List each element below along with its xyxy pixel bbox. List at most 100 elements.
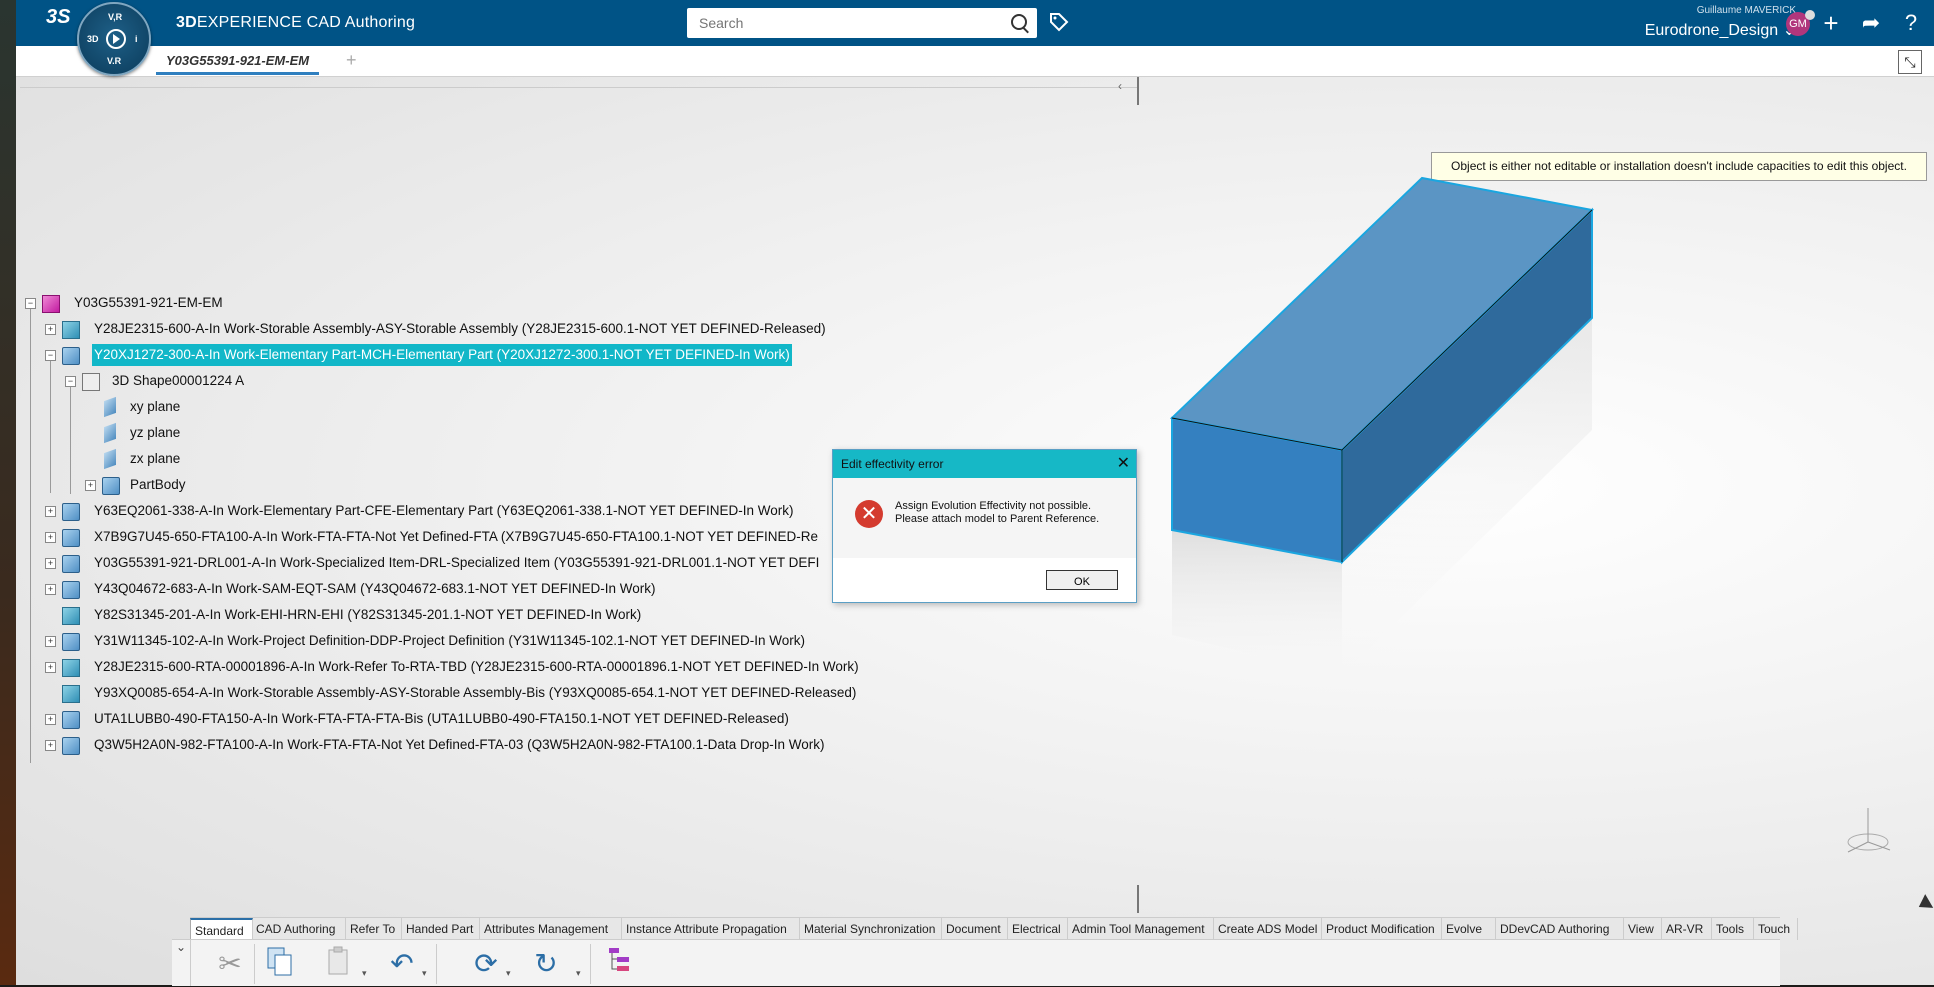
part-icon [62, 581, 80, 599]
ribbon-tab[interactable]: Evolve [1442, 918, 1496, 940]
ribbon-tab[interactable]: DDevCAD Authoring [1496, 918, 1624, 940]
ok-button[interactable]: OK [1046, 570, 1118, 590]
compass-left: 3D [87, 34, 99, 44]
copy-icon[interactable] [262, 946, 298, 982]
tree-node-label: Y03G55391-921-EM-EM [74, 295, 223, 310]
compass-bottom: V.R [107, 56, 122, 66]
error-dialog: Edit effectivity error ✕ ✕ Assign Evolut… [832, 449, 1137, 603]
axis-compass-icon[interactable] [1838, 800, 1898, 860]
add-icon[interactable]: + [1816, 8, 1846, 38]
tree-node-label: Y82S31345-201-A-In Work-EHI-HRN-EHI (Y82… [94, 607, 642, 622]
ribbon-tab[interactable]: Refer To [346, 918, 402, 940]
ribbon-tab[interactable]: AR-VR [1662, 918, 1712, 940]
undo-icon[interactable]: ↶ [384, 946, 420, 982]
dialog-message-line2: Please attach model to Parent Reference. [895, 513, 1100, 525]
expand-icon[interactable]: + [45, 506, 56, 517]
tree-node-label: Q3W5H2A0N-982-FTA100-A-In Work-FTA-FTA-N… [94, 737, 825, 752]
search-box[interactable] [687, 8, 1037, 38]
part-icon [62, 555, 80, 573]
shape-icon [82, 373, 100, 391]
product-root-icon [42, 295, 60, 313]
search-icon[interactable] [1011, 14, 1027, 30]
ribbon-tab[interactable]: Touch [1754, 918, 1798, 940]
expand-icon[interactable]: + [45, 662, 56, 673]
ribbon-tab[interactable]: Admin Tool Management [1068, 918, 1214, 940]
expand-icon[interactable]: + [45, 714, 56, 725]
expand-icon[interactable]: + [45, 636, 56, 647]
chevron-left-icon[interactable]: ‹ [1118, 79, 1122, 93]
ribbon-tab[interactable]: Handed Part [402, 918, 480, 940]
ribbon-tab[interactable]: Attributes Management [480, 918, 622, 940]
compass-top: V,R [108, 12, 123, 22]
app-name: CAD Authoring [306, 14, 416, 31]
dialog-title-bar[interactable]: Edit effectivity error ✕ [833, 450, 1136, 478]
tree-panel-splitter [20, 77, 1137, 88]
tab-document[interactable]: Y03G55391-921-EM-EM [156, 50, 320, 75]
chevron-down-icon[interactable]: ⌄ [172, 940, 191, 986]
paste-icon[interactable] [322, 946, 358, 982]
expand-icon[interactable]: + [45, 324, 56, 335]
share-icon[interactable]: ➦ [1856, 8, 1886, 38]
tree-node-label: xy plane [130, 399, 181, 414]
ribbon-tab[interactable]: Create ADS Model [1214, 918, 1322, 940]
ds-logo-icon[interactable]: 3S [46, 6, 80, 40]
compass-right: i [135, 34, 138, 44]
action-bar: ⌄ ✂ ▾ ↶ ▾ ⟳ ▾ ↻ ▾ [172, 939, 1780, 986]
scissors-icon[interactable]: ✂ [212, 946, 248, 982]
part-icon [62, 633, 80, 651]
expand-icon[interactable]: + [45, 584, 56, 595]
close-icon[interactable]: ✕ [1117, 450, 1130, 478]
expand-icon[interactable]: + [45, 532, 56, 543]
tree-node-label: X7B9G7U45-650-FTA100-A-In Work-FTA-FTA-N… [94, 529, 818, 544]
product-icon [62, 607, 80, 625]
update-icon[interactable]: ⟳ [468, 946, 504, 982]
tree-icon[interactable] [602, 946, 638, 982]
refresh-icon[interactable]: ↻ [528, 946, 564, 982]
tree-node-label: 3D Shape00001224 A [112, 373, 245, 388]
ribbon-tab[interactable]: View [1624, 918, 1662, 940]
ribbon-tab[interactable]: Product Modification [1322, 918, 1442, 940]
dialog-title: Edit effectivity error [841, 457, 944, 471]
play-icon[interactable] [106, 29, 126, 49]
tag-icon[interactable] [1049, 12, 1069, 32]
tree-node-label: Y28JE2315-600-A-In Work-Storable Assembl… [94, 321, 826, 336]
ribbon-tab[interactable]: Tools [1712, 918, 1754, 940]
collapse-icon[interactable]: − [25, 298, 36, 309]
compass-icon[interactable]: V,R 3D i V.R [77, 2, 151, 76]
tree-node-label: yz plane [130, 425, 181, 440]
divider[interactable] [1137, 77, 1139, 105]
divider[interactable] [1137, 885, 1139, 913]
background-strip [0, 0, 16, 985]
part-icon [62, 711, 80, 729]
ribbon-tab[interactable]: Document [942, 918, 1008, 940]
user-name: Guillaume MAVERICK [1696, 5, 1796, 16]
ribbon-tab[interactable]: CAD Authoring [252, 918, 346, 940]
part-icon [62, 347, 80, 365]
collapse-icon[interactable]: − [65, 376, 76, 387]
ribbon-tab[interactable]: Instance Attribute Propagation [622, 918, 800, 940]
ribbon-tab[interactable]: Electrical [1008, 918, 1068, 940]
tree-node-label: Y20XJ1272-300-A-In Work-Elementary Part-… [92, 344, 792, 366]
tree-node-label: UTA1LUBB0-490-FTA150-A-In Work-FTA-FTA-F… [94, 711, 789, 726]
expand-icon[interactable]: + [45, 740, 56, 751]
product-icon [62, 659, 80, 677]
top-bar: 3S 3DEXPERIENCE CAD Authoring Guillaume … [16, 0, 1934, 46]
product-icon [62, 685, 80, 703]
ribbon-tab[interactable]: Material Synchronization [800, 918, 942, 940]
tree-node-label: Y31W11345-102-A-In Work-Project Definiti… [94, 633, 806, 648]
tree-node-label: Y28JE2315-600-RTA-00001896-A-In Work-Ref… [94, 659, 859, 674]
collapse-icon[interactable]: ⤡ [1898, 50, 1922, 74]
ribbon-tab-bar: Standard CAD Authoring Refer To Handed Part… [190, 917, 1798, 942]
tree-node-label: Y63EQ2061-338-A-In Work-Elementary Part-… [94, 503, 794, 518]
expand-icon[interactable]: + [45, 558, 56, 569]
tree-node-label: Y03G55391-921-DRL001-A-In Work-Specializ… [94, 555, 820, 570]
search-input[interactable] [697, 8, 1001, 38]
collab-space-selector[interactable]: Eurodrone_Design ⌄ [1596, 20, 1796, 40]
add-tab-button[interactable]: + [346, 50, 357, 71]
dialog-body: ✕ Assign Evolution Effectivity not possi… [833, 478, 1136, 558]
3d-model-box[interactable] [1160, 170, 1600, 690]
collapse-icon[interactable]: − [45, 350, 56, 361]
help-icon[interactable]: ? [1896, 8, 1926, 38]
expand-icon[interactable]: + [85, 480, 96, 491]
app-title: 3DEXPERIENCE CAD Authoring [176, 14, 415, 32]
